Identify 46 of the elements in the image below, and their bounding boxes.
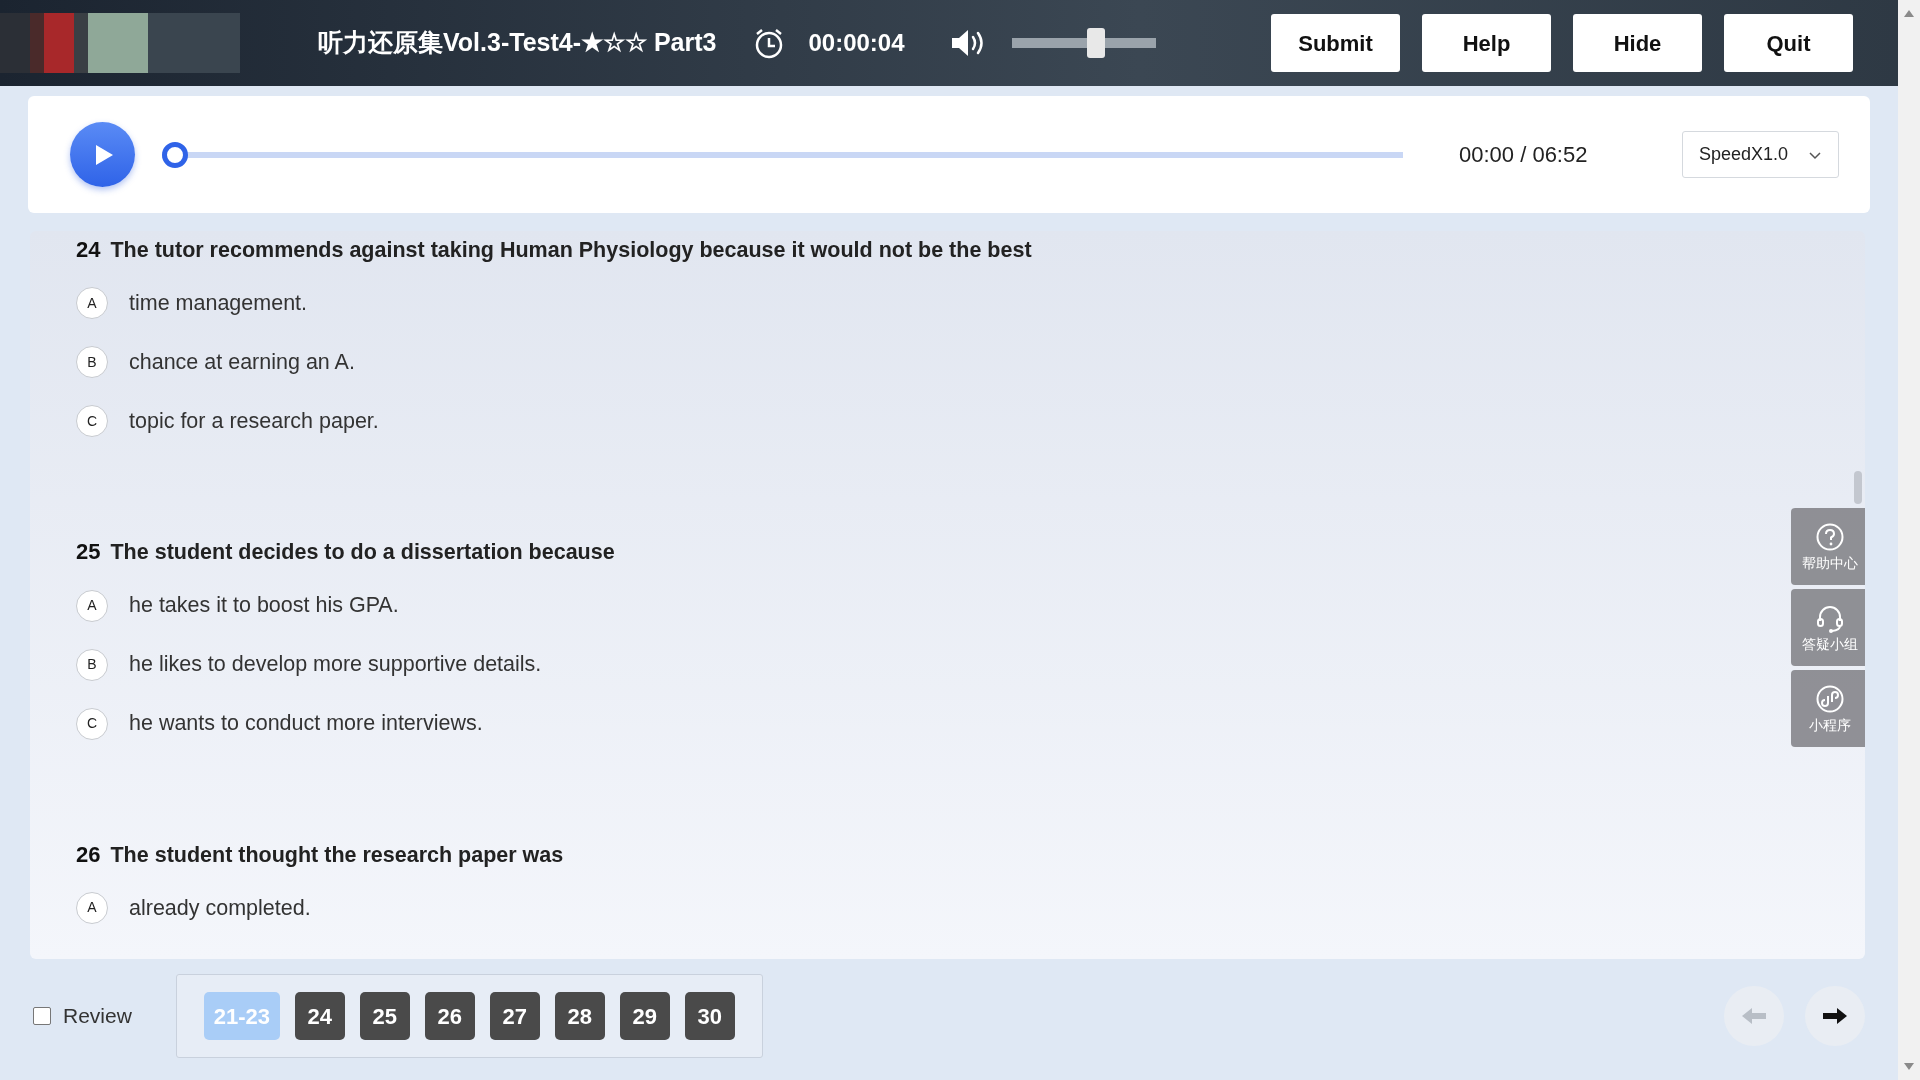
question-nav-button[interactable]: 25 <box>359 992 410 1040</box>
option-letter: C <box>76 405 108 438</box>
question-nav-button[interactable]: 30 <box>684 992 735 1040</box>
time-display: 00:00 / 06:52 <box>1459 141 1588 169</box>
submit-button[interactable]: Submit <box>1271 14 1400 72</box>
scroll-up-icon[interactable] <box>1904 10 1914 17</box>
play-button[interactable] <box>70 122 135 187</box>
option-letter: A <box>76 287 108 320</box>
help-button[interactable]: Help <box>1422 14 1551 72</box>
question-nav-button[interactable]: 24 <box>294 992 345 1040</box>
browser-scrollbar[interactable] <box>1898 0 1920 1080</box>
option-text[interactable]: chance at earning an A. <box>129 346 355 379</box>
speed-dropdown[interactable]: SpeedX1.0 <box>1682 131 1839 178</box>
option-text[interactable]: he wants to conduct more interviews. <box>129 707 483 740</box>
option-letter: A <box>76 891 108 924</box>
question-nav-button[interactable]: 26 <box>424 992 475 1040</box>
question-nav-button[interactable]: 29 <box>619 992 670 1040</box>
review-checkbox[interactable] <box>33 1007 51 1025</box>
option-letter: B <box>76 648 108 681</box>
help-icon <box>1815 521 1845 553</box>
link-circle-icon <box>1815 683 1845 715</box>
progress-thumb[interactable] <box>162 141 188 168</box>
caret-icon <box>1808 149 1822 160</box>
option-text[interactable]: he takes it to boost his GPA. <box>129 589 399 622</box>
quit-button[interactable]: Quit <box>1724 14 1853 72</box>
review-label[interactable]: Review <box>63 1000 132 1032</box>
timer-text: 00:00:04 <box>808 28 905 58</box>
scrollbar-thumb[interactable] <box>1854 471 1862 504</box>
hide-button[interactable]: Hide <box>1573 14 1702 72</box>
scroll-down-icon[interactable] <box>1904 1063 1914 1070</box>
option-text[interactable]: already completed. <box>129 891 311 924</box>
question-text: 26 The student thought the research paper was <box>76 840 564 869</box>
question-nav-button[interactable]: 27 <box>489 992 540 1040</box>
option-letter: A <box>76 589 108 622</box>
option-letter: C <box>76 707 108 740</box>
right-arrow-icon <box>1821 1006 1849 1026</box>
left-arrow-icon <box>1740 1006 1768 1026</box>
option-text[interactable]: he likes to develop more supportive details. <box>129 648 542 681</box>
option-text[interactable]: time management. <box>129 287 308 320</box>
exam-title: 听力还原集Vol.3-Test4-★☆☆ Part3 <box>318 27 717 59</box>
option-text[interactable]: topic for a research paper. <box>129 405 379 438</box>
question-text: 25 The student decides to do a dissertation because <box>76 538 615 567</box>
volume-thumb[interactable] <box>1087 28 1106 58</box>
question-nav-button[interactable]: 28 <box>554 992 605 1040</box>
question-text: 24 The tutor recommends against taking Human Physiology because it would not be the best <box>76 236 1032 264</box>
option-letter: B <box>76 346 108 379</box>
